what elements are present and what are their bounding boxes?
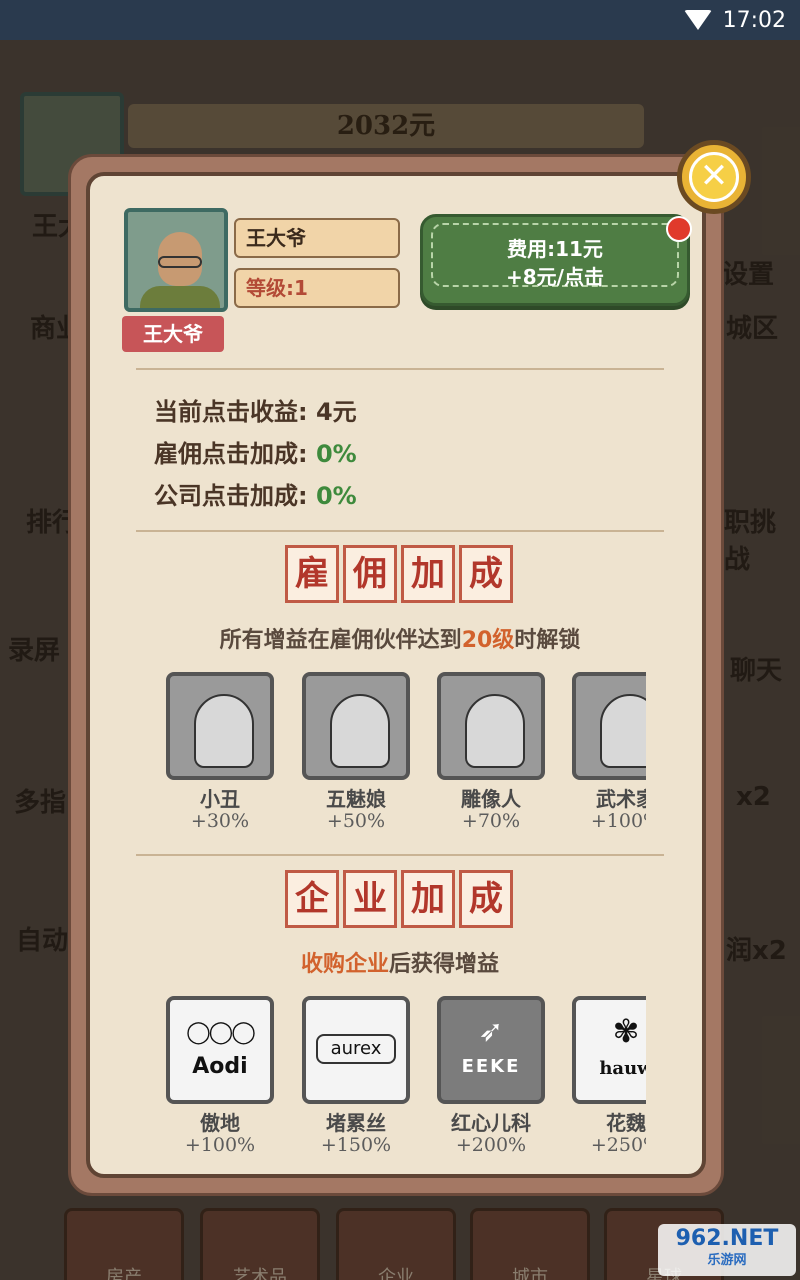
company-card[interactable]: aurex 堵累丝 +150% [302, 996, 410, 1156]
hire-card[interactable]: 武术家 +100% [572, 672, 646, 832]
character-name: 王大爷 [234, 218, 400, 258]
stat-hire-bonus: 雇佣点击加成: 0% [154, 440, 357, 468]
company-card[interactable]: ➶ EEKE 红心儿科 +200% [437, 996, 545, 1156]
character-name-tag: 王大爷 [122, 316, 224, 352]
hire-bonus-title: 雇佣加成 [285, 545, 513, 603]
company-card-list[interactable]: ◯◯◯ Aodi 傲地 +100% aurex 堵累丝 +150% ➶ EEKE… [166, 996, 646, 1166]
divider [136, 368, 664, 370]
wifi-icon [684, 10, 712, 30]
clown-portrait-icon [166, 672, 274, 780]
bird-logo-icon: ➶ EEKE [437, 996, 545, 1104]
upgrade-gain: +8元/点击 [506, 265, 604, 289]
company-card[interactable]: ✾ hauw 花魏 +250% [572, 996, 646, 1156]
martial-artist-portrait-icon [572, 672, 646, 780]
hire-card-list[interactable]: 小丑 +30% 五魅娘 +50% 雕像人 +70% 武术家 +100% [166, 672, 646, 842]
site-watermark: 962.NET 乐游网 [658, 1224, 796, 1276]
hire-card[interactable]: 小丑 +30% [166, 672, 274, 832]
divider [136, 530, 664, 532]
aurex-logo-icon: aurex [302, 996, 410, 1104]
company-bonus-title: 企业加成 [285, 870, 513, 928]
company-card[interactable]: ◯◯◯ Aodi 傲地 +100% [166, 996, 274, 1156]
hire-card[interactable]: 五魅娘 +50% [302, 672, 410, 832]
hire-card[interactable]: 雕像人 +70% [437, 672, 545, 832]
notification-dot [666, 216, 692, 242]
lady-portrait-icon [302, 672, 410, 780]
stat-company-bonus: 公司点击加成: 0% [154, 482, 357, 510]
hire-unlock-note: 所有增益在雇佣伙伴达到20级时解锁 [219, 628, 581, 653]
upgrade-button[interactable]: 费用:11元 +8元/点击 [420, 214, 690, 306]
status-bar: 17:02 [0, 0, 800, 40]
flower-logo-icon: ✾ hauw [572, 996, 646, 1104]
aodi-logo-icon: ◯◯◯ Aodi [166, 996, 274, 1104]
statue-portrait-icon [437, 672, 545, 780]
status-time: 17:02 [722, 8, 786, 33]
divider [136, 854, 664, 856]
character-level: 等级:1 [234, 268, 400, 308]
company-unlock-note: 收购企业后获得增益 [300, 952, 500, 977]
upgrade-cost: 费用:11元 [507, 237, 603, 261]
close-icon: ✕ [689, 152, 739, 202]
close-button[interactable]: ✕ [677, 140, 751, 214]
character-portrait [124, 208, 228, 312]
stat-click-income: 当前点击收益: 4元 [154, 398, 357, 426]
